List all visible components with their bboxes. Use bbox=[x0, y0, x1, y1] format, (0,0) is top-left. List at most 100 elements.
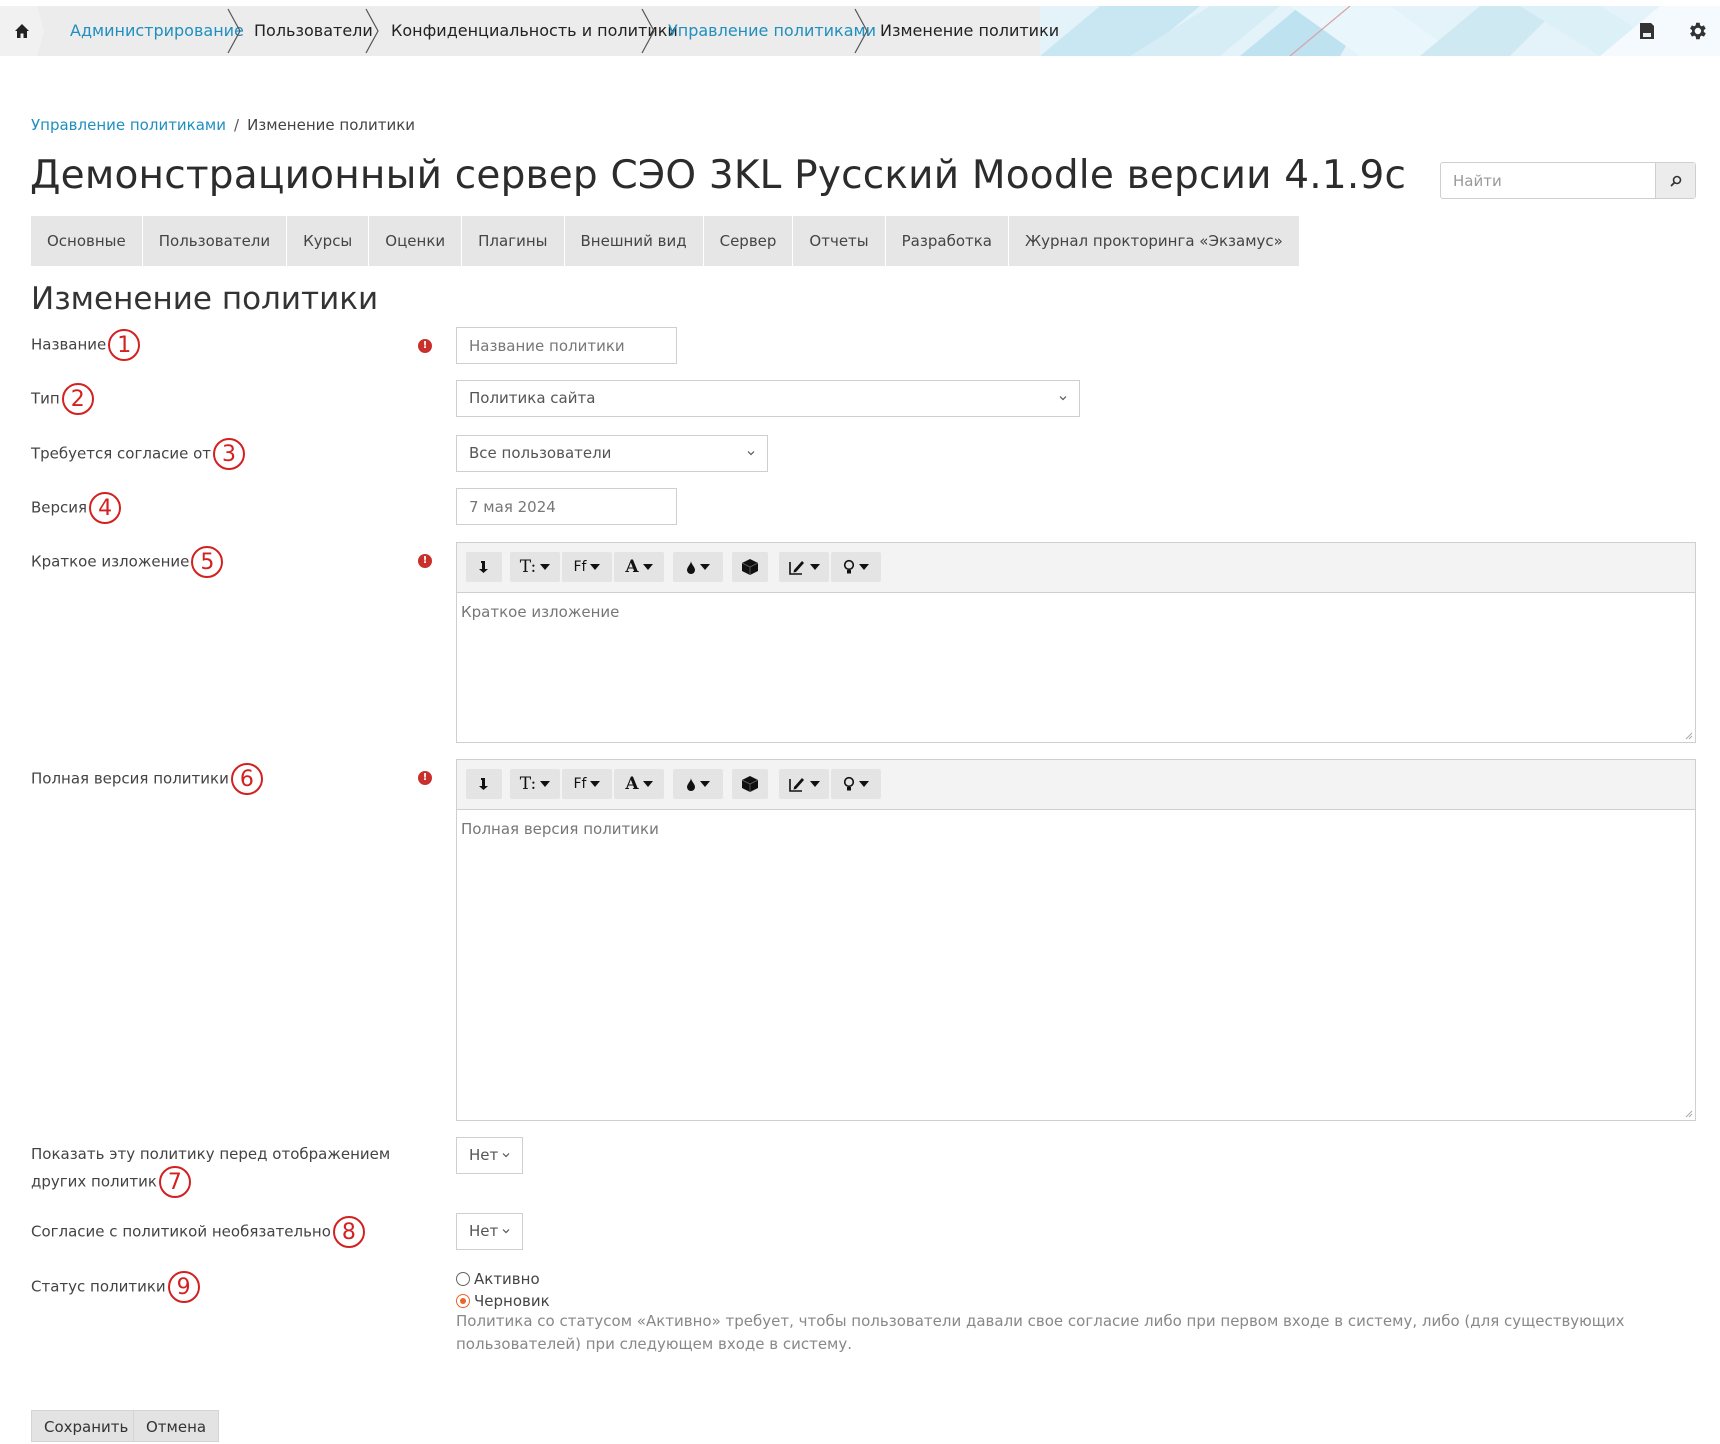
font-size-button[interactable]: T: bbox=[510, 552, 560, 582]
status-label-text: Статус политики bbox=[31, 1277, 166, 1296]
content-editor: T: Ff A Полная версия политики bbox=[456, 759, 1696, 1121]
tab-users[interactable]: Пользователи bbox=[143, 216, 288, 266]
consent-label-text: Требуется согласие от bbox=[31, 444, 212, 463]
status-option-active[interactable]: Активно bbox=[456, 1270, 540, 1288]
version-field-wrap bbox=[456, 488, 677, 525]
tab-server[interactable]: Сервер bbox=[704, 216, 794, 266]
tab-reports[interactable]: Отчеты bbox=[793, 216, 886, 266]
tab-development[interactable]: Разработка bbox=[886, 216, 1009, 266]
required-icon: ! bbox=[418, 554, 432, 568]
show-first-label-text: Показать эту политику перед отображением… bbox=[31, 1145, 391, 1191]
edit-tools-button[interactable] bbox=[779, 552, 829, 582]
navbar-crumb-edit-policy: Изменение политики bbox=[880, 21, 1060, 40]
annotation-marker: 9 bbox=[167, 1271, 200, 1303]
tab-courses[interactable]: Курсы bbox=[287, 216, 370, 266]
lightbulb-icon bbox=[843, 776, 855, 791]
hint-button[interactable] bbox=[831, 769, 881, 799]
breadcrumb-separator: / bbox=[234, 116, 240, 134]
content-editor-area[interactable]: Полная версия политики bbox=[457, 810, 1695, 1120]
caret-down-icon bbox=[700, 564, 710, 570]
top-navbar: Администрирование Пользователи Конфиденц… bbox=[0, 6, 1720, 56]
policy-type-select[interactable]: Политика сайта bbox=[456, 380, 1080, 417]
font-family-icon: Ff bbox=[573, 559, 587, 575]
font-color-icon: A bbox=[625, 774, 639, 794]
policy-type-value: Политика сайта bbox=[469, 389, 596, 407]
navbar-crumb-privacy[interactable]: Конфиденциальность и политики bbox=[391, 6, 678, 56]
cancel-button[interactable]: Отмена bbox=[133, 1410, 220, 1442]
collapse-button[interactable] bbox=[466, 552, 502, 582]
caret-down-icon bbox=[590, 781, 601, 787]
breadcrumb-link-manage-policies[interactable]: Управление политиками bbox=[31, 116, 226, 134]
resize-handle-icon[interactable] bbox=[1685, 1110, 1693, 1118]
hint-button[interactable] bbox=[831, 552, 881, 582]
settings-button[interactable] bbox=[1686, 20, 1708, 42]
tab-grades[interactable]: Оценки bbox=[369, 216, 463, 266]
chevron-down-icon bbox=[1059, 396, 1067, 401]
cube-icon bbox=[741, 559, 759, 575]
policy-name-input[interactable] bbox=[457, 328, 676, 363]
navbar-crumb-administration[interactable]: Администрирование bbox=[70, 6, 244, 56]
font-color-button[interactable]: A bbox=[614, 552, 664, 582]
optional-label-text: Согласие с политикой необязательно bbox=[31, 1222, 331, 1241]
collapse-button[interactable] bbox=[466, 769, 502, 799]
consent-select[interactable]: Все пользователи bbox=[456, 435, 768, 472]
version-input[interactable] bbox=[457, 489, 676, 524]
chevron-down-icon bbox=[502, 1229, 510, 1234]
crumb-separator-icon bbox=[365, 8, 379, 54]
summary-editor-area[interactable]: Краткое изложение bbox=[457, 593, 1695, 742]
save-button[interactable] bbox=[1636, 20, 1658, 42]
tab-plugins[interactable]: Плагины bbox=[462, 216, 565, 266]
font-family-button[interactable]: Ff bbox=[562, 552, 612, 582]
resize-handle-icon[interactable] bbox=[1685, 732, 1693, 740]
optional-select[interactable]: Нет bbox=[456, 1213, 523, 1250]
status-option-draft-label: Черновик bbox=[474, 1292, 550, 1310]
summary-editor: T: Ff A Краткое изложение bbox=[456, 542, 1696, 743]
editor-toolbar: T: Ff A bbox=[457, 760, 1695, 810]
insert-object-button[interactable] bbox=[732, 552, 768, 582]
annotation-marker: 2 bbox=[61, 383, 94, 415]
caret-down-icon bbox=[859, 564, 869, 570]
save-button[interactable]: Сохранить bbox=[31, 1410, 142, 1442]
annotation-marker: 1 bbox=[108, 329, 141, 361]
chevron-down-icon bbox=[502, 1153, 510, 1158]
edit-icon bbox=[789, 561, 804, 575]
radio-draft[interactable] bbox=[456, 1294, 470, 1308]
status-option-draft[interactable]: Черновик bbox=[456, 1292, 550, 1310]
navbar-crumb-manage-policies[interactable]: Управление политиками bbox=[668, 6, 876, 56]
summary-placeholder: Краткое изложение bbox=[461, 603, 620, 621]
status-help-text: Политика со статусом «Активно» требует, … bbox=[456, 1312, 1625, 1353]
required-icon: ! bbox=[418, 339, 432, 353]
font-color-button[interactable]: A bbox=[614, 769, 664, 799]
admin-tabs: Основные Пользователи Курсы Оценки Плаги… bbox=[31, 216, 1299, 266]
caret-down-icon bbox=[642, 781, 653, 787]
font-family-button[interactable]: Ff bbox=[562, 769, 612, 799]
content-placeholder: Полная версия политики bbox=[461, 820, 659, 838]
crumb-separator-icon bbox=[641, 8, 655, 54]
background-color-icon bbox=[687, 560, 695, 574]
insert-object-button[interactable] bbox=[732, 769, 768, 799]
background-color-button[interactable] bbox=[673, 552, 723, 582]
home-button[interactable] bbox=[0, 6, 44, 56]
radio-active[interactable] bbox=[456, 1272, 470, 1286]
tab-general[interactable]: Основные bbox=[31, 216, 143, 266]
edit-tools-button[interactable] bbox=[779, 769, 829, 799]
collapse-icon bbox=[479, 561, 488, 573]
annotation-marker: 4 bbox=[89, 492, 122, 524]
optional-value: Нет bbox=[469, 1222, 499, 1240]
page-breadcrumb: Управление политиками / Изменение политики bbox=[31, 116, 415, 134]
version-label-text: Версия bbox=[31, 498, 88, 517]
tab-proctoring-log[interactable]: Журнал прокторинга «Экзамус» bbox=[1009, 216, 1299, 266]
type-label-text: Тип bbox=[31, 389, 60, 408]
save-icon bbox=[1640, 23, 1654, 39]
caret-down-icon bbox=[810, 564, 820, 570]
name-field-wrap bbox=[456, 327, 677, 364]
background-color-button[interactable] bbox=[673, 769, 723, 799]
search-button[interactable] bbox=[1655, 163, 1695, 198]
search-input[interactable] bbox=[1441, 163, 1659, 198]
tab-appearance[interactable]: Внешний вид bbox=[565, 216, 704, 266]
type-label: Тип 2 bbox=[31, 383, 94, 415]
navbar-crumb-users[interactable]: Пользователи bbox=[254, 6, 373, 56]
font-color-icon: A bbox=[625, 557, 639, 577]
show-first-select[interactable]: Нет bbox=[456, 1137, 523, 1174]
font-size-button[interactable]: T: bbox=[510, 769, 560, 799]
